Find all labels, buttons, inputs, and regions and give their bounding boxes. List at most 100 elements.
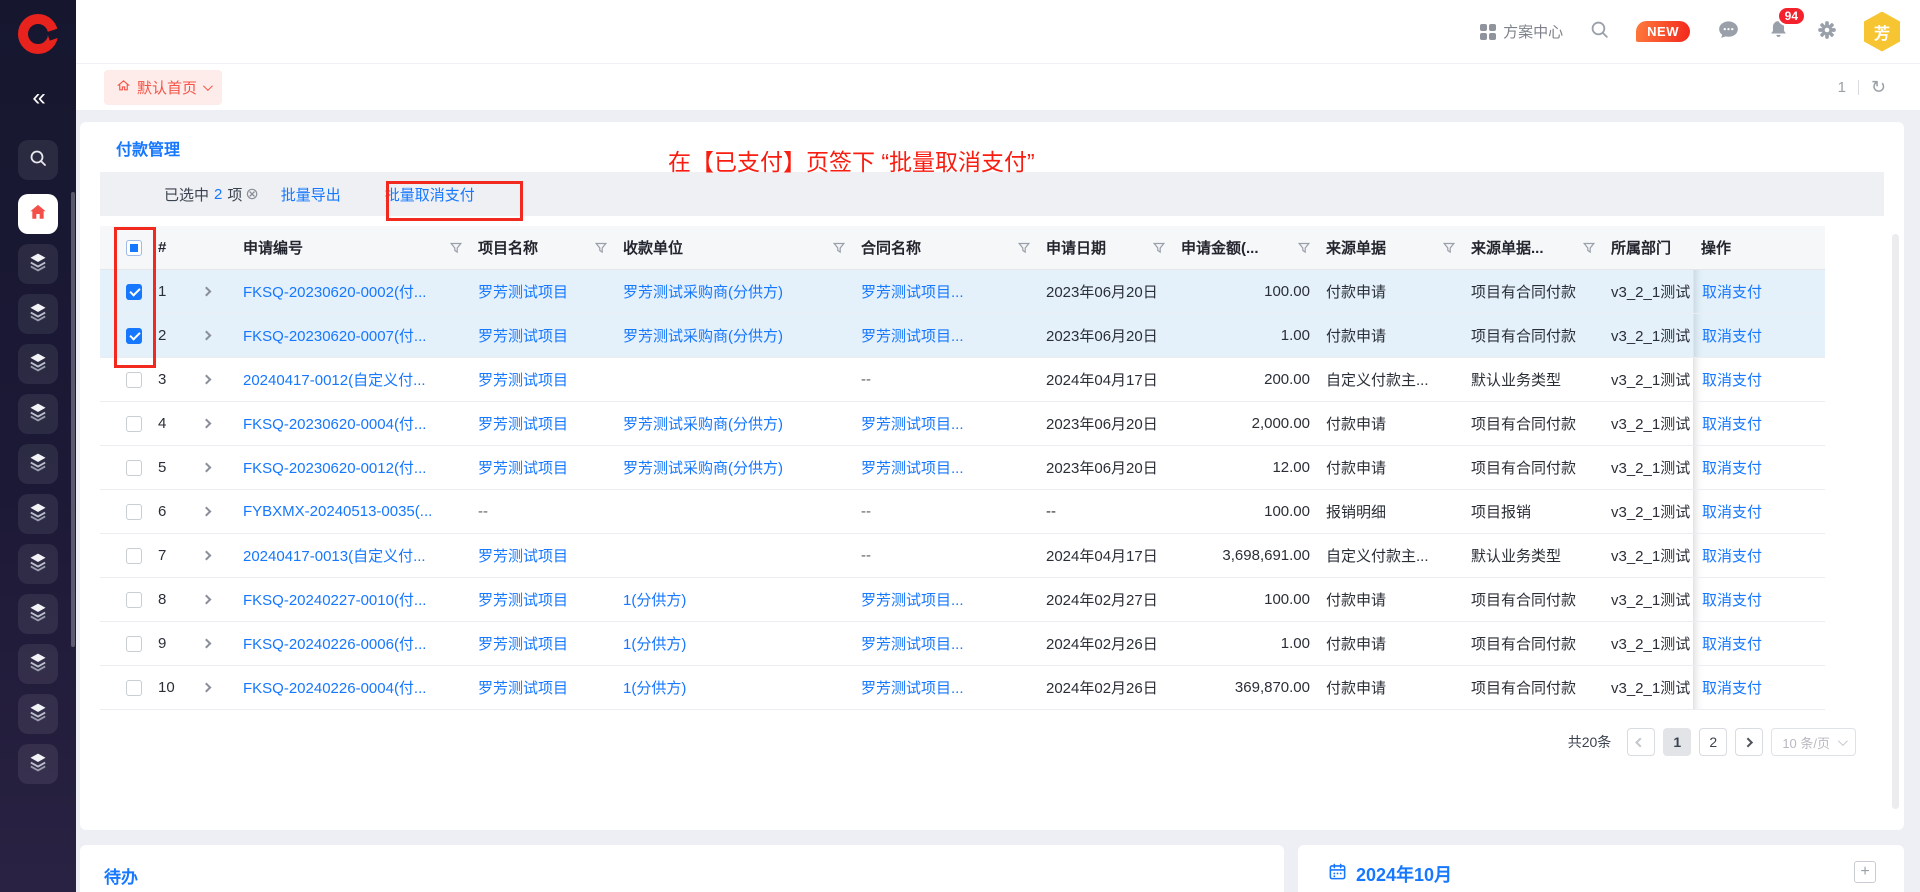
- table-row[interactable]: 1 FKSQ-20230620-0002(付... 罗芳测试项目 罗芳测试采购商…: [100, 270, 1825, 314]
- filter-icon[interactable]: [1018, 242, 1030, 254]
- cell-payee[interactable]: 1(分供方): [623, 677, 686, 698]
- cell-project-name[interactable]: 罗芳测试项目: [478, 677, 568, 698]
- batch-cancel-payment-button[interactable]: 批量取消支付: [385, 184, 475, 205]
- collapse-sidebar-icon[interactable]: «: [32, 84, 43, 112]
- cancel-payment-link[interactable]: 取消支付: [1702, 325, 1762, 346]
- sidebar-module-11[interactable]: [18, 744, 58, 784]
- cell-project-name[interactable]: 罗芳测试项目: [478, 457, 568, 478]
- cell-project-name[interactable]: 罗芳测试项目: [478, 281, 568, 302]
- row-checkbox[interactable]: [126, 592, 142, 608]
- table-row[interactable]: 10 FKSQ-20240226-0004(付... 罗芳测试项目 1(分供方)…: [100, 666, 1825, 710]
- user-avatar[interactable]: 芳: [1864, 12, 1900, 52]
- expand-row-icon[interactable]: [202, 463, 212, 473]
- row-checkbox[interactable]: [126, 284, 142, 300]
- row-checkbox[interactable]: [126, 504, 142, 520]
- page-size-select[interactable]: 10 条/页: [1771, 728, 1856, 756]
- cell-request-code[interactable]: FKSQ-20230620-0007(付...: [243, 325, 426, 346]
- sidebar-module-10[interactable]: [18, 694, 58, 734]
- cell-request-code[interactable]: FKSQ-20230620-0004(付...: [243, 413, 426, 434]
- sidebar-module-2[interactable]: [18, 294, 58, 334]
- cancel-payment-link[interactable]: 取消支付: [1702, 413, 1762, 434]
- sidebar-module-7[interactable]: [18, 544, 58, 584]
- select-all-checkbox[interactable]: [126, 240, 142, 256]
- clear-selection-icon[interactable]: ⊗: [245, 184, 258, 204]
- expand-row-icon[interactable]: [202, 331, 212, 341]
- notifications-button[interactable]: 94: [1767, 18, 1790, 45]
- filter-icon[interactable]: [1443, 242, 1455, 254]
- cell-contract-name[interactable]: 罗芳测试项目...: [861, 589, 964, 610]
- filter-icon[interactable]: [833, 242, 845, 254]
- expand-row-icon[interactable]: [202, 507, 212, 517]
- row-checkbox[interactable]: [126, 680, 142, 696]
- cell-contract-name[interactable]: 罗芳测试项目...: [861, 677, 964, 698]
- cell-request-code[interactable]: FYBXMX-20240513-0035(...: [243, 503, 432, 520]
- refresh-icon[interactable]: ↻: [1871, 79, 1886, 95]
- cell-contract-name[interactable]: 罗芳测试项目...: [861, 413, 964, 434]
- cell-project-name[interactable]: 罗芳测试项目: [478, 589, 568, 610]
- cancel-payment-link[interactable]: 取消支付: [1702, 589, 1762, 610]
- row-checkbox[interactable]: [126, 460, 142, 476]
- solution-center-button[interactable]: 方案中心: [1480, 21, 1563, 42]
- page-button-2[interactable]: 2: [1699, 728, 1727, 756]
- cell-project-name[interactable]: 罗芳测试项目: [478, 545, 568, 566]
- expand-row-icon[interactable]: [202, 419, 212, 429]
- table-row[interactable]: 3 20240417-0012(自定义付... 罗芳测试项目 -- 2024年0…: [100, 358, 1825, 402]
- cell-payee[interactable]: 罗芳测试采购商(分供方): [623, 457, 783, 478]
- page-button-1[interactable]: 1: [1663, 728, 1691, 756]
- settings-button[interactable]: [1816, 19, 1838, 45]
- table-row[interactable]: 4 FKSQ-20230620-0004(付... 罗芳测试项目 罗芳测试采购商…: [100, 402, 1825, 446]
- cell-payee[interactable]: 罗芳测试采购商(分供方): [623, 281, 783, 302]
- cell-request-code[interactable]: 20240417-0013(自定义付...: [243, 545, 426, 566]
- sidebar-module-6[interactable]: [18, 494, 58, 534]
- cell-project-name[interactable]: 罗芳测试项目: [478, 369, 568, 390]
- cancel-payment-link[interactable]: 取消支付: [1702, 677, 1762, 698]
- sidebar-module-9[interactable]: [18, 644, 58, 684]
- filter-icon[interactable]: [595, 242, 607, 254]
- cell-request-code[interactable]: FKSQ-20240226-0004(付...: [243, 677, 426, 698]
- cell-request-code[interactable]: FKSQ-20240227-0010(付...: [243, 589, 426, 610]
- next-page-button[interactable]: [1735, 728, 1763, 756]
- cell-payee[interactable]: 罗芳测试采购商(分供方): [623, 413, 783, 434]
- batch-export-button[interactable]: 批量导出: [281, 184, 341, 205]
- cancel-payment-link[interactable]: 取消支付: [1702, 457, 1762, 478]
- row-checkbox[interactable]: [126, 548, 142, 564]
- cancel-payment-link[interactable]: 取消支付: [1702, 545, 1762, 566]
- sidebar-module-1[interactable]: [18, 244, 58, 284]
- sidebar-module-8[interactable]: [18, 594, 58, 634]
- expand-row-icon[interactable]: [202, 639, 212, 649]
- cancel-payment-link[interactable]: 取消支付: [1702, 369, 1762, 390]
- sidebar-module-3[interactable]: [18, 344, 58, 384]
- cell-project-name[interactable]: 罗芳测试项目: [478, 325, 568, 346]
- filter-icon[interactable]: [1298, 242, 1310, 254]
- filter-icon[interactable]: [1153, 242, 1165, 254]
- table-row[interactable]: 9 FKSQ-20240226-0006(付... 罗芳测试项目 1(分供方) …: [100, 622, 1825, 666]
- new-badge[interactable]: NEW: [1636, 21, 1690, 42]
- global-search-button[interactable]: [1589, 19, 1610, 44]
- expand-row-icon[interactable]: [202, 375, 212, 385]
- expand-row-icon[interactable]: [202, 287, 212, 297]
- table-row[interactable]: 6 FYBXMX-20240513-0035(... -- -- -- 100.…: [100, 490, 1825, 534]
- row-checkbox[interactable]: [126, 636, 142, 652]
- cell-contract-name[interactable]: 罗芳测试项目...: [861, 325, 964, 346]
- cancel-payment-link[interactable]: 取消支付: [1702, 281, 1762, 302]
- sidebar-search-button[interactable]: [18, 140, 58, 180]
- messages-button[interactable]: [1716, 17, 1741, 46]
- row-checkbox[interactable]: [126, 372, 142, 388]
- cell-payee[interactable]: 1(分供方): [623, 633, 686, 654]
- cell-project-name[interactable]: 罗芳测试项目: [478, 413, 568, 434]
- cell-contract-name[interactable]: 罗芳测试项目...: [861, 633, 964, 654]
- cancel-payment-link[interactable]: 取消支付: [1702, 501, 1762, 522]
- table-row[interactable]: 5 FKSQ-20230620-0012(付... 罗芳测试项目 罗芳测试采购商…: [100, 446, 1825, 490]
- cell-request-code[interactable]: 20240417-0012(自定义付...: [243, 369, 426, 390]
- row-checkbox[interactable]: [126, 416, 142, 432]
- prev-page-button[interactable]: [1627, 728, 1655, 756]
- expand-row-icon[interactable]: [202, 595, 212, 605]
- filter-icon[interactable]: [450, 242, 462, 254]
- cell-payee[interactable]: 罗芳测试采购商(分供方): [623, 325, 783, 346]
- cell-request-code[interactable]: FKSQ-20230620-0012(付...: [243, 457, 426, 478]
- cell-project-name[interactable]: 罗芳测试项目: [478, 633, 568, 654]
- table-row[interactable]: 2 FKSQ-20230620-0007(付... 罗芳测试项目 罗芳测试采购商…: [100, 314, 1825, 358]
- row-checkbox[interactable]: [126, 328, 142, 344]
- table-scrollbar[interactable]: [1892, 234, 1899, 809]
- sidebar-item-home[interactable]: [18, 194, 58, 234]
